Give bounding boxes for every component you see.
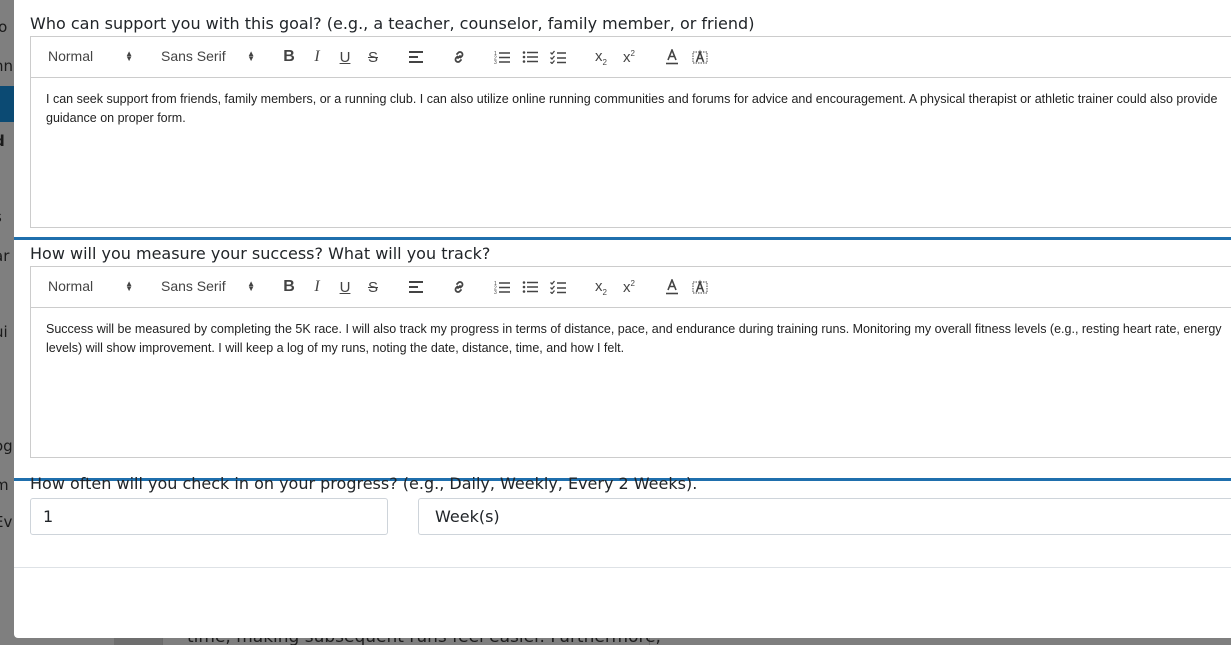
modal-footer-divider <box>14 567 1231 568</box>
highlight-color-icon <box>692 279 708 294</box>
ordered-list-button[interactable]: 123 <box>491 277 513 297</box>
strike-icon: S <box>367 48 378 66</box>
bullet-list-button[interactable] <box>519 47 541 67</box>
header-select[interactable]: Normal ▲ ▼ <box>48 278 133 294</box>
text-color-button[interactable] <box>661 47 683 67</box>
bullet-list-button[interactable] <box>519 277 541 297</box>
support-answer-text[interactable]: I can seek support from friends, family … <box>30 78 1231 228</box>
ordered-list-button[interactable]: 123 <box>491 47 513 67</box>
background-nav-highlight <box>0 86 14 122</box>
underline-icon: U <box>339 278 351 296</box>
text-color-icon <box>666 49 678 65</box>
text-color-icon <box>666 279 678 295</box>
support-editor: Normal ▲ ▼ Sans Serif ▲ ▼ B I U S 123 x2… <box>30 36 1231 228</box>
support-question-label: Who can support you with this goal? (e.g… <box>30 14 755 33</box>
align-button[interactable] <box>405 277 427 297</box>
align-left-icon <box>409 281 423 293</box>
underline-button[interactable]: U <box>334 277 356 297</box>
bold-button[interactable]: B <box>278 47 300 67</box>
background-text-fragment: og <box>0 437 13 455</box>
background-text-fragment: nn <box>0 57 14 75</box>
background-text-fragment: s <box>0 208 2 226</box>
italic-icon: I <box>314 278 320 295</box>
link-icon <box>454 281 464 293</box>
superscript-button[interactable]: x2 <box>618 47 640 67</box>
frequency-unit-select[interactable]: Week(s) <box>418 498 1231 535</box>
link-button[interactable] <box>448 277 470 297</box>
header-select[interactable]: Normal ▲ ▼ <box>48 48 133 64</box>
bullet-list-icon <box>522 281 538 293</box>
ordered-list-icon: 123 <box>494 51 510 64</box>
bold-button[interactable]: B <box>278 277 300 297</box>
select-arrows-icon: ▲ ▼ <box>247 279 255 293</box>
check-list-button[interactable] <box>547 277 569 297</box>
select-arrows-icon: ▲ ▼ <box>125 279 133 293</box>
font-select[interactable]: Sans Serif ▲ ▼ <box>161 48 255 64</box>
ordered-list-icon: 123 <box>494 281 510 294</box>
check-list-icon <box>550 280 566 294</box>
goal-modal: Who can support you with this goal? (e.g… <box>14 0 1231 638</box>
background-left-strip: lo nn d s ar ui og m Ev <box>0 0 14 645</box>
bullet-list-icon <box>522 51 538 63</box>
strike-icon: S <box>367 278 378 296</box>
background-text-fragment: ar <box>0 247 10 265</box>
background-color-button[interactable] <box>689 47 711 67</box>
editor-toolbar: Normal ▲ ▼ Sans Serif ▲ ▼ B I U S 123 x2… <box>30 266 1231 308</box>
background-text-fragment: m <box>0 476 9 494</box>
underline-icon: U <box>339 48 351 66</box>
superscript-icon: x2 <box>623 48 635 66</box>
select-arrows-icon: ▲ ▼ <box>125 49 133 63</box>
link-icon <box>454 51 464 63</box>
underline-button[interactable]: U <box>334 47 356 67</box>
highlight-color-icon <box>692 49 708 64</box>
italic-icon: I <box>314 48 320 65</box>
background-text-fragment: ui <box>0 323 8 341</box>
subscript-button[interactable]: x2 <box>590 47 612 67</box>
measure-question-label: How will you measure your success? What … <box>30 244 491 263</box>
svg-text:3: 3 <box>494 60 497 64</box>
link-button[interactable] <box>448 47 470 67</box>
align-button[interactable] <box>405 47 427 67</box>
editor-toolbar: Normal ▲ ▼ Sans Serif ▲ ▼ B I U S 123 x2… <box>30 36 1231 78</box>
svg-text:3: 3 <box>494 290 497 294</box>
background-text-fragment: Ev <box>0 513 13 531</box>
background-color-button[interactable] <box>689 277 711 297</box>
check-list-button[interactable] <box>547 47 569 67</box>
select-arrows-icon: ▲ ▼ <box>247 49 255 63</box>
bold-icon: B <box>283 278 295 295</box>
frequency-question-label: How often will you check in on your prog… <box>30 474 698 493</box>
strike-button[interactable]: S <box>362 47 384 67</box>
subscript-icon: x2 <box>595 47 607 67</box>
superscript-icon: x2 <box>623 278 635 296</box>
check-list-icon <box>550 50 566 64</box>
frequency-number-input[interactable]: 1 <box>30 498 388 535</box>
background-text-fragment: d <box>0 132 5 150</box>
measure-editor: Normal ▲ ▼ Sans Serif ▲ ▼ B I U S 123 x2… <box>30 266 1231 458</box>
align-left-icon <box>409 51 423 63</box>
subscript-icon: x2 <box>595 277 607 297</box>
subscript-button[interactable]: x2 <box>590 277 612 297</box>
measure-answer-text[interactable]: Success will be measured by completing t… <box>30 308 1231 458</box>
italic-button[interactable]: I <box>306 47 328 67</box>
italic-button[interactable]: I <box>306 277 328 297</box>
bold-icon: B <box>283 48 295 65</box>
font-select[interactable]: Sans Serif ▲ ▼ <box>161 278 255 294</box>
superscript-button[interactable]: x2 <box>618 277 640 297</box>
text-color-button[interactable] <box>661 277 683 297</box>
strike-button[interactable]: S <box>362 277 384 297</box>
background-text-fragment: lo <box>0 18 8 36</box>
